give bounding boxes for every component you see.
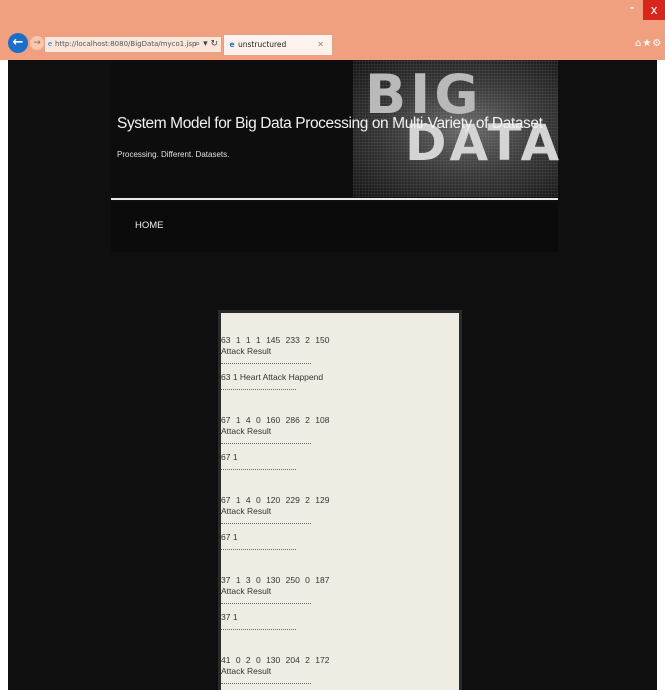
- record-label: Attack Result: [221, 506, 272, 516]
- record-spacer: [221, 630, 459, 655]
- favorites-icon[interactable]: ★: [642, 38, 652, 49]
- record-result: 63 1 Heart Attack Happend: [221, 372, 324, 382]
- site-title: System Model for Big Data Processing on …: [117, 115, 543, 132]
- record-label: Attack Result: [221, 666, 272, 676]
- record-item: 41 0 2 0 130 204 2 172 Attack Result: [221, 655, 459, 690]
- record-values: 41 0 2 0 130 204 2 172: [221, 655, 330, 665]
- results-panel: 63 1 1 1 145 233 2 150 Attack Result 63 1 …: [218, 310, 462, 690]
- address-text: http://localhost:8080/BigData/myco1.jsp: [55, 40, 197, 48]
- ie-icon: e: [229, 40, 235, 49]
- header-divider: [111, 198, 558, 200]
- record-divider: [221, 363, 311, 364]
- record-divider: [221, 523, 311, 524]
- site-tagline: Processing. Different. Datasets.: [117, 150, 230, 159]
- record-label: Attack Result: [221, 426, 272, 436]
- minimize-button[interactable]: -: [621, 0, 643, 20]
- tab-title: unstructured: [238, 40, 287, 49]
- nav-home-link[interactable]: HOME: [135, 220, 164, 231]
- record-values: 63 1 1 1 145 233 2 150: [221, 335, 330, 345]
- records-list: 63 1 1 1 145 233 2 150 Attack Result 63 1 …: [221, 313, 459, 690]
- record-item: 63 1 1 1 145 233 2 150 Attack Result 63 1 …: [221, 335, 459, 415]
- record-spacer: [221, 390, 459, 415]
- close-window-button[interactable]: x: [643, 0, 665, 20]
- record-result: 37 1: [221, 612, 238, 622]
- search-refresh-icons[interactable]: ⌕ ▾ ↻: [195, 37, 218, 52]
- record-item: 67 1 4 0 120 229 2 129 Attack Result 67 1: [221, 495, 459, 575]
- nav-bar: HOME: [111, 202, 558, 252]
- record-result: 67 1: [221, 532, 238, 542]
- forward-button[interactable]: →: [30, 36, 44, 50]
- back-arrow-icon: ←: [12, 35, 24, 50]
- page-viewport: BIG DATA System Model for Big Data Proce…: [8, 60, 657, 690]
- record-spacer: [221, 550, 459, 575]
- window-controls: - x: [621, 0, 665, 20]
- record-divider: [221, 443, 311, 444]
- record-values: 67 1 4 0 160 286 2 108: [221, 415, 330, 425]
- tab-close-icon[interactable]: ✕: [317, 35, 324, 55]
- toolbar-icons[interactable]: ⌂★⚙: [635, 38, 665, 52]
- address-bar[interactable]: e http://localhost:8080/BigData/myco1.jsp…: [44, 36, 222, 53]
- record-values: 37 1 3 0 130 250 0 187: [221, 575, 330, 585]
- record-label: Attack Result: [221, 586, 272, 596]
- site-header: BIG DATA System Model for Big Data Proce…: [111, 60, 559, 197]
- record-item: 67 1 4 0 160 286 2 108 Attack Result 67 1: [221, 415, 459, 495]
- record-values: 67 1 4 0 120 229 2 129: [221, 495, 330, 505]
- record-item: 37 1 3 0 130 250 0 187 Attack Result 37 1: [221, 575, 459, 655]
- record-spacer: [221, 470, 459, 495]
- record-divider: [221, 603, 311, 604]
- record-divider: [221, 683, 311, 684]
- settings-icon[interactable]: ⚙: [652, 38, 662, 49]
- forward-arrow-icon: →: [33, 38, 41, 48]
- page-icon: e: [47, 40, 53, 48]
- record-label: Attack Result: [221, 346, 272, 356]
- browser-chrome: - x ← → e http://localhost:8080/BigData/m…: [0, 0, 665, 60]
- browser-tab[interactable]: e unstructured ✕: [223, 34, 333, 55]
- back-button[interactable]: ←: [8, 33, 28, 53]
- record-result: 67 1: [221, 452, 238, 462]
